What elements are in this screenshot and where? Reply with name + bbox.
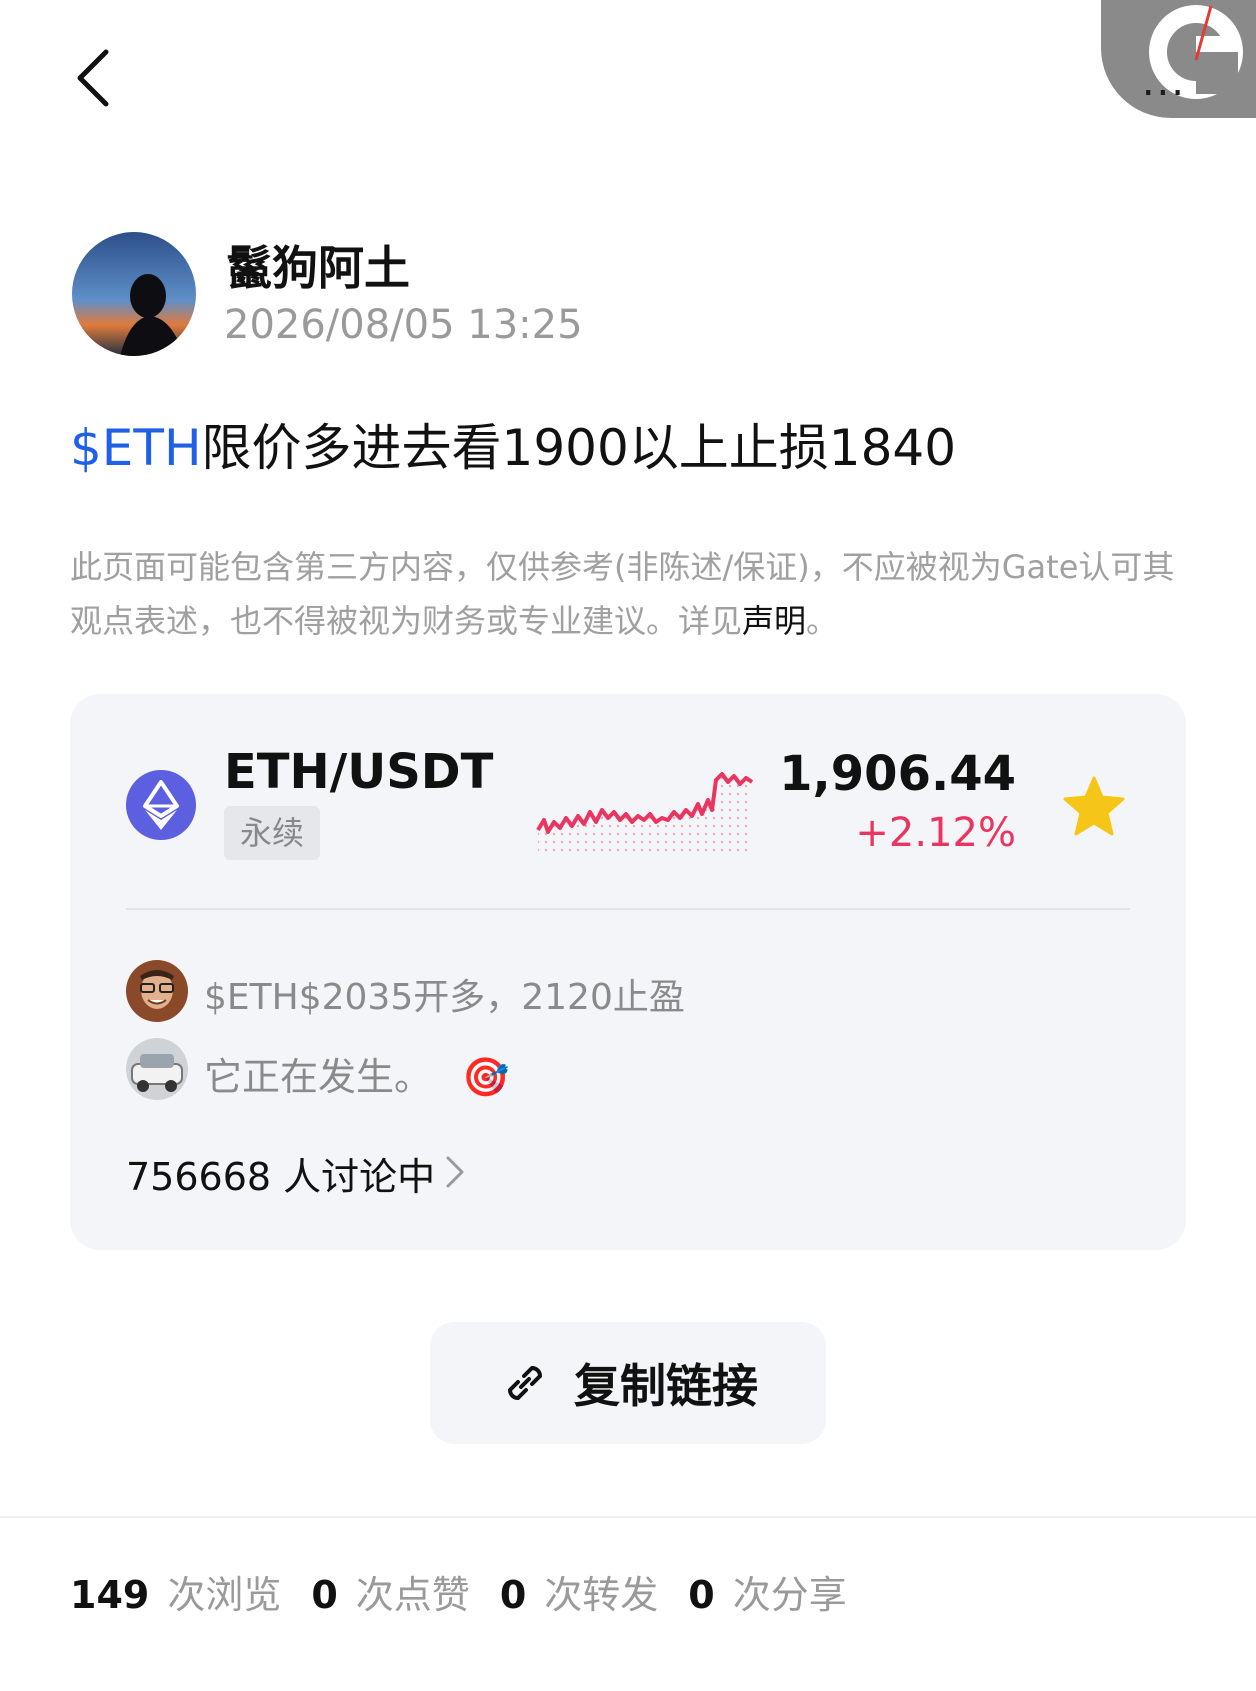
disclaimer-link[interactable]: 声明 [742,602,806,640]
copy-link-label: 复制链接 [574,1359,758,1413]
ticker-link[interactable]: $ETH [70,419,202,477]
chevron-left-icon [77,49,109,107]
views-label: 次浏览 [167,1573,282,1617]
favorite-star-icon[interactable] [1062,774,1126,838]
eth-logo-icon [126,770,196,840]
stats-divider [0,1516,1256,1518]
disclaimer: 此页面可能包含第三方内容，仅供参考(非陈述/保证)，不应被视为Gate认可其观点… [70,540,1190,648]
likes-label: 次点赞 [355,1573,470,1617]
shares-count: 0 [688,1573,715,1617]
discussion-count[interactable]: 756668 人讨论中 [126,1146,435,1201]
shares-label: 次分享 [732,1573,847,1617]
comment-item[interactable]: 它正在发生。 🎯 [204,1046,509,1101]
post-stats: 149 次浏览 0 次点赞 0 次转发 0 次分享 [70,1564,877,1619]
pair-name[interactable]: ETH/USDT [224,744,493,800]
back-button[interactable] [62,40,122,110]
more-button[interactable]: ... [1142,62,1186,102]
commenter-avatar[interactable] [126,960,188,1022]
author-name[interactable]: 鬣狗阿土 [226,232,410,298]
post-timestamp: 2026/08/05 13:25 [224,302,583,348]
disclaimer-text: 此页面可能包含第三方内容，仅供参考(非陈述/保证)，不应被视为Gate认可其观点… [70,548,1175,640]
target-emoji-icon: 🎯 [462,1055,510,1099]
comment-text: 它正在发生。 [204,1055,433,1099]
commenter-avatar[interactable] [126,1038,188,1100]
comment-text: $ETH$2035开多，2120止盈 [204,977,685,1018]
post-content: $ETH限价多进去看1900以上止损1840 [70,408,956,480]
comment-item[interactable]: $ETH$2035开多，2120止盈 [204,968,685,1020]
views-count: 149 [70,1573,150,1617]
card-divider [126,908,1130,910]
reposts-label: 次转发 [544,1573,659,1617]
author-avatar[interactable] [72,232,196,356]
chevron-right-icon[interactable] [440,1152,468,1192]
last-price: 1,906.44 [779,746,1016,802]
perpetual-tag: 永续 [224,806,321,860]
price-sparkline [536,760,772,860]
copy-link-button[interactable]: 复制链接 [430,1322,826,1444]
post-text: 限价多进去看1900以上止损1840 [201,419,957,477]
link-icon [507,1365,543,1401]
reposts-count: 0 [499,1573,527,1617]
disclaimer-end: 。 [806,602,839,640]
likes-count: 0 [311,1573,338,1617]
price-change: +2.12% [855,810,1016,856]
